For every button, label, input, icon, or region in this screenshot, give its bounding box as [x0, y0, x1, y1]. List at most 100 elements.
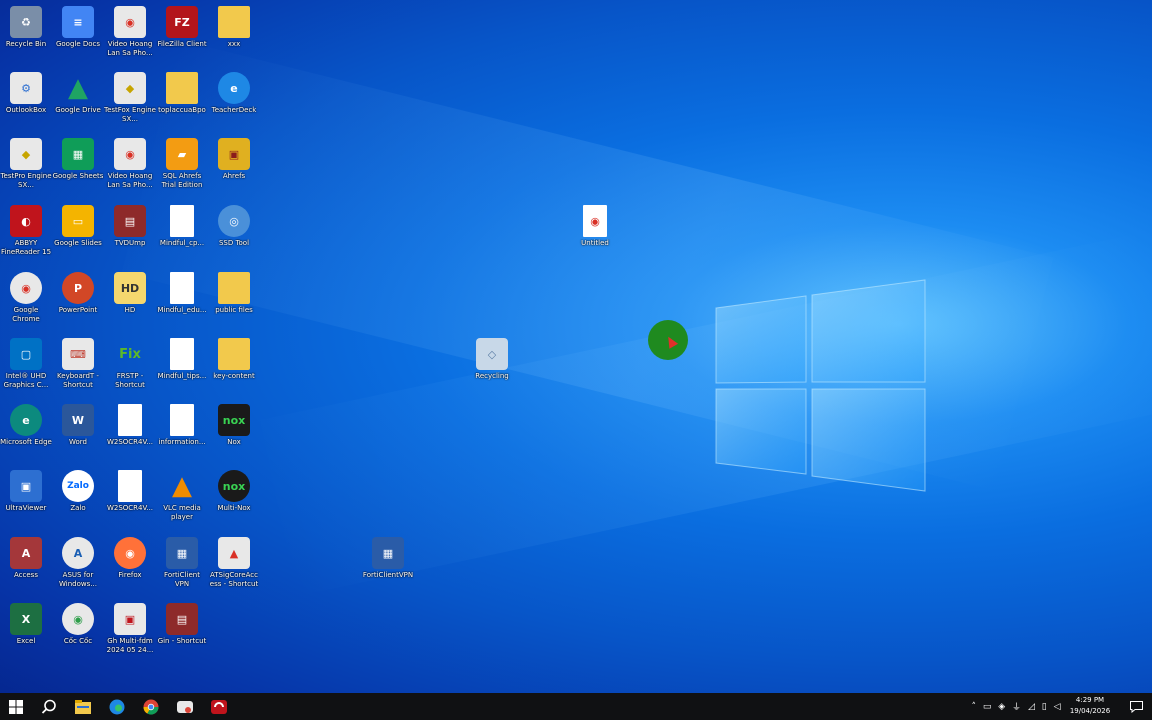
desktop-icon-filezilla[interactable]: FZ FileZilla Client	[156, 6, 208, 49]
zalo-icon: Zalo	[62, 470, 94, 502]
taskbar-chrome[interactable]	[135, 693, 167, 720]
icon-label: HD	[124, 306, 136, 314]
desktop-icon-google-sheets[interactable]: ▦ Google Sheets	[52, 138, 104, 181]
atsig-icon: ▲	[218, 537, 250, 569]
desktop-icon-excel[interactable]: X Excel	[0, 603, 52, 646]
desktop-icon-nox[interactable]: nox Nox	[208, 404, 260, 447]
desktop-icon-google-drive[interactable]: ▲ Google Drive	[52, 72, 104, 115]
desktop-icon-teacherdeck[interactable]: e TeacherDeck	[208, 72, 260, 115]
icon-label: ATSigCoreAccess - Shortcut	[209, 571, 259, 588]
notification-button[interactable]	[1120, 693, 1152, 720]
desktop-icon-abbyy[interactable]: ◐ ABBYY FineReader 15	[0, 205, 52, 257]
desktop-icon-forticlientvpn[interactable]: ▦ FortiClientVPN	[362, 537, 414, 580]
icon-label: TestPro Engine SX...	[0, 172, 52, 189]
google-drive-icon: ▲	[68, 73, 88, 103]
start-button[interactable]	[0, 693, 32, 720]
desktop-icon-word[interactable]: W Word	[52, 404, 104, 447]
icon-label: public files	[215, 306, 253, 314]
desktop-icon-coccoc[interactable]: ◉ Cốc Cốc	[52, 603, 104, 646]
icon-label: Access	[14, 571, 38, 579]
icon-label: Mindful_tips...	[157, 372, 207, 380]
desktop-icon-intel-graphics[interactable]: ▢ Intel® UHD Graphics C...	[0, 338, 52, 390]
desktop-icon-file[interactable]: information...	[156, 404, 208, 447]
desktop-icon-hd[interactable]: HD HD	[104, 272, 156, 315]
icon-label: Microsoft Edge	[0, 438, 52, 446]
desktop-icon-recycle-bin[interactable]: ♻ Recycle Bin	[0, 6, 52, 49]
google-slides-icon: ▭	[62, 205, 94, 237]
google-docs-icon: ≡	[62, 6, 94, 38]
desktop-icon-file[interactable]: W2SOCR4V...	[104, 404, 156, 447]
desktop-icon-folder[interactable]: xxx	[208, 6, 260, 49]
folder-icon	[218, 338, 250, 370]
taskbar-file-explorer[interactable]	[67, 693, 99, 720]
desktop-icon-file[interactable]: Mindful_cp...	[156, 205, 208, 248]
chrome-icon: ◉	[114, 138, 146, 170]
desktop-icon-vlc[interactable]: ▲ VLC media player	[156, 470, 208, 522]
desktop-icon-firefox[interactable]: ◉ Firefox	[104, 537, 156, 580]
desktop-icon-outlookbox[interactable]: ⚙ OutlookBox	[0, 72, 52, 115]
desktop-icon-asus[interactable]: A ASUS for Windows...	[52, 537, 104, 589]
chrome-icon: ◉	[10, 272, 42, 304]
desktop-icon-file[interactable]: Mindful_tips...	[156, 338, 208, 381]
icon-label: FortiClient VPN	[164, 571, 200, 588]
network-tray-icon[interactable]: ◿	[1028, 702, 1035, 712]
desktop-icon-ultraviewer[interactable]: ▣ UltraViewer	[0, 470, 52, 513]
desktop-icon-powerpoint[interactable]: P PowerPoint	[52, 272, 104, 315]
desktop-icon-winrar[interactable]: ▤ TVDUmp	[104, 205, 156, 248]
desktop-icon-forticlient-vpn[interactable]: ▦ FortiClient VPN	[156, 537, 208, 589]
desktop-icon-untitled[interactable]: ◉ Untitled	[569, 205, 621, 248]
battery-tray-icon[interactable]: ▯	[1042, 702, 1047, 712]
chrome-icon: ◉	[114, 6, 146, 38]
desktop-icon-video-shortcut[interactable]: ◉ Video Hoang Lan Sa Pho...	[104, 6, 156, 58]
icon-label: W2SOCR4V...	[106, 504, 154, 512]
taskbar-clock[interactable]: 4:29 PM 19/04/2026	[1062, 695, 1118, 717]
desktop-icon-sql-ahrefs[interactable]: ▰ SQL Ahrefs Trial Edition	[156, 138, 208, 190]
desktop-icon-google-docs[interactable]: ≡ Google Docs	[52, 6, 104, 49]
taskbar-coccoc[interactable]	[169, 693, 201, 720]
desktop-icon-fixfrog[interactable]: Fix FRSTP - Shortcut	[104, 338, 156, 390]
usb-tray-icon[interactable]: ⏚	[1012, 700, 1021, 713]
desktop-icon-microsoft-edge[interactable]: e Microsoft Edge	[0, 404, 52, 447]
desktop-icon-access[interactable]: A Access	[0, 537, 52, 580]
desktop-icon-file[interactable]: Mindful_edu...	[156, 272, 208, 315]
desktop-icon-multi-nox[interactable]: nox Multi-Nox	[208, 470, 260, 513]
desktop-icon-video-shortcut[interactable]: ◉ Video Hoang Lan Sa Pho...	[104, 138, 156, 190]
icon-label: W2SOCR4V...	[106, 438, 154, 446]
coccoc-icon	[177, 700, 193, 713]
desktop-icon-ssd-tool[interactable]: ◎ SSD Tool	[208, 205, 260, 248]
taskbar-edge[interactable]	[101, 693, 133, 720]
desktop-icon-ahrefs[interactable]: ▣ Ahrefs	[208, 138, 260, 181]
testpro-icon: ◆	[10, 138, 42, 170]
asus-icon: A	[62, 537, 94, 569]
desktop-icon-testfox[interactable]: ◆ TestFox Engine SX...	[104, 72, 156, 124]
icon-label: Google Drive	[55, 106, 101, 114]
taskbar-abbyy[interactable]	[203, 693, 235, 720]
icon-label: Untitled	[581, 239, 609, 247]
taskbar: ˄ ▭ ◈ ⏚ ◿ ▯ ◁ 4:29 PM 19/04/2026	[0, 693, 1152, 720]
search-icon	[41, 699, 56, 714]
desktop-icon-folder[interactable]: toplaccuaBpo	[156, 72, 208, 115]
security-tray-icon[interactable]: ◈	[998, 702, 1005, 712]
desktop-icon-google-chrome[interactable]: ◉ Google Chrome	[0, 272, 52, 324]
desktop-icon-testpro[interactable]: ◆ TestPro Engine SX...	[0, 138, 52, 190]
icon-label: TVDUmp	[114, 239, 146, 247]
desktop-icon-multi-fdm[interactable]: ▣ Gh Multi-fdm 2024 05 24...	[104, 603, 156, 655]
desktop-icon-gin[interactable]: ▤ Gin - Shortcut	[156, 603, 208, 646]
keyboard-tray-icon[interactable]: ▭	[983, 702, 992, 712]
search-button[interactable]	[33, 693, 65, 720]
desktop-icon-keyboard[interactable]: ⌨ KeyboardT - Shortcut	[52, 338, 104, 390]
intel-graphics-icon: ▢	[10, 338, 42, 370]
icon-label: SQL Ahrefs Trial Edition	[161, 172, 203, 189]
desktop-icon-recycling[interactable]: ◇ Recycling	[466, 338, 518, 381]
volume-tray-icon[interactable]: ◁	[1054, 702, 1061, 712]
desktop-icon-folder[interactable]: public files	[208, 272, 260, 315]
desktop-icon-file[interactable]: W2SOCR4V...	[104, 470, 156, 513]
chevron-up-icon[interactable]: ˄	[971, 702, 976, 712]
desktop-icon-google-slides[interactable]: ▭ Google Slides	[52, 205, 104, 248]
icon-label: Google Docs	[55, 40, 101, 48]
forticlient-icon: ▦	[166, 537, 198, 569]
icon-label: FRSTP - Shortcut	[115, 372, 145, 389]
desktop-icon-folder[interactable]: key-content	[208, 338, 260, 381]
desktop-icon-atsig[interactable]: ▲ ATSigCoreAccess - Shortcut	[208, 537, 260, 589]
desktop-icon-zalo[interactable]: Zalo Zalo	[52, 470, 104, 513]
